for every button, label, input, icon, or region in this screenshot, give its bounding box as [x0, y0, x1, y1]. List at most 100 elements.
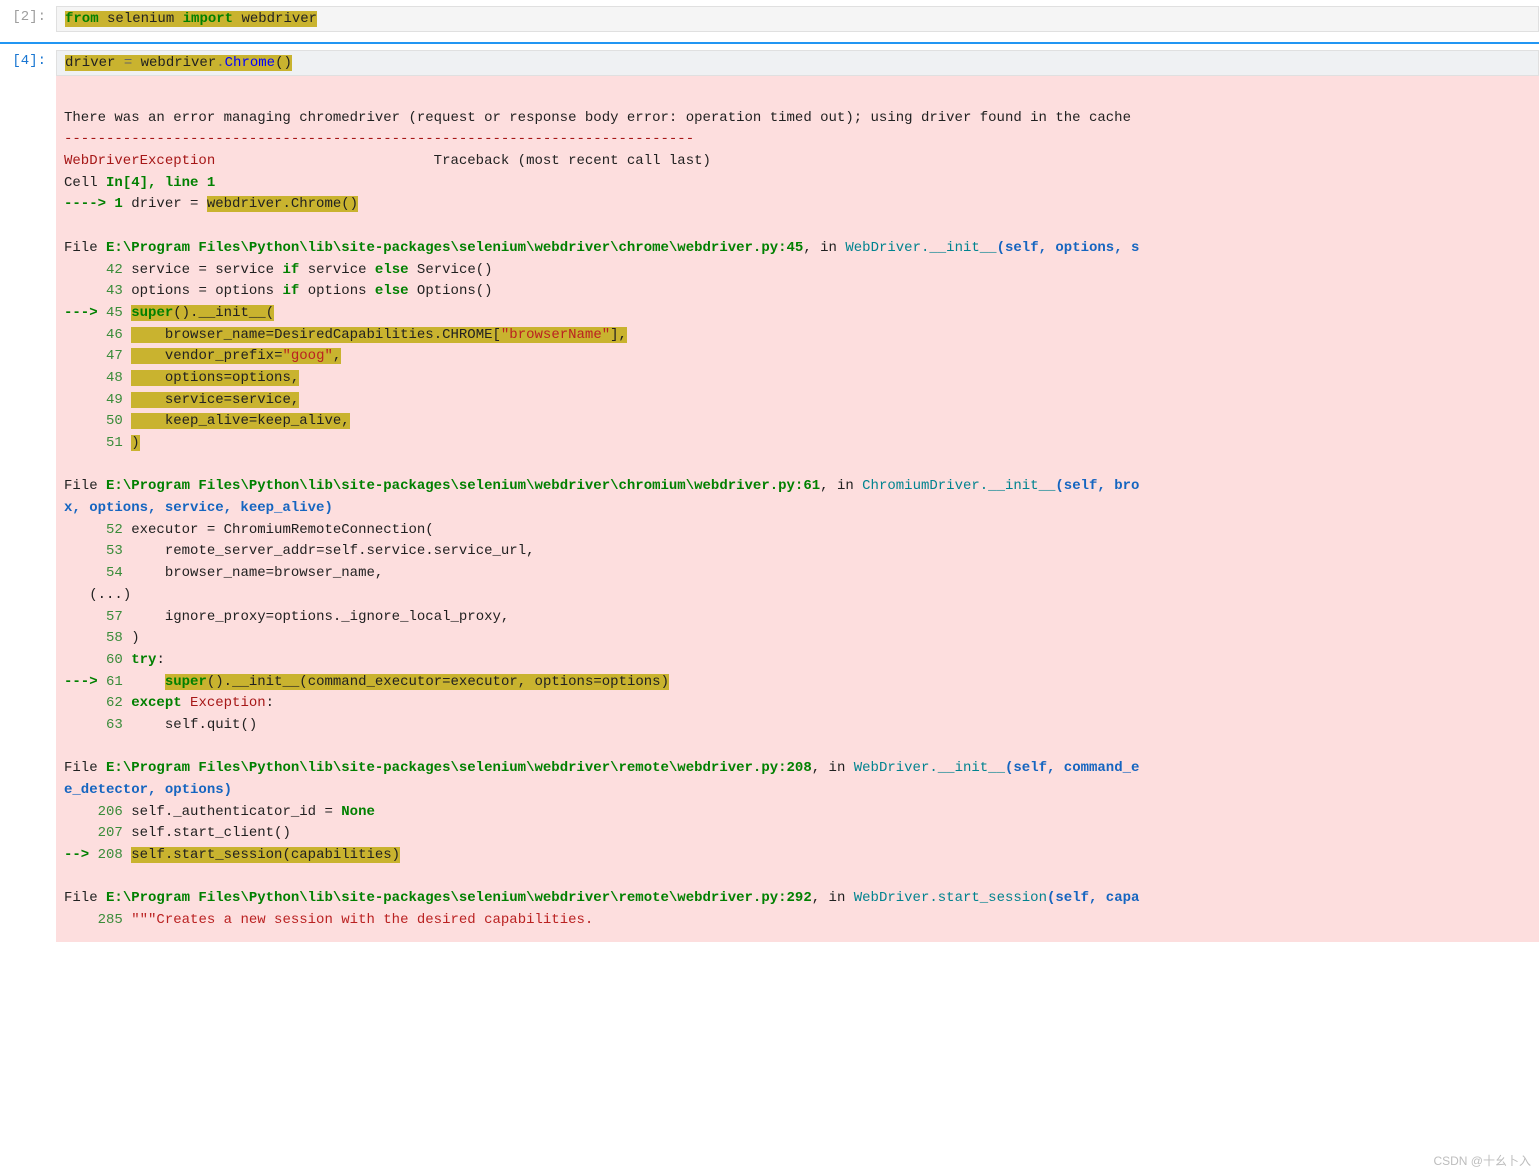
lineno: 57: [106, 609, 123, 625]
error-line: =: [198, 262, 206, 278]
lineno: 206: [98, 804, 123, 820]
error-line: service: [123, 262, 199, 278]
file-path: E:\Program Files\Python\lib\site-package…: [106, 478, 820, 494]
token: .: [216, 55, 224, 71]
func-args: x, options, service, keep_alive): [64, 500, 333, 516]
func-name: WebDriver.__init__: [845, 240, 996, 256]
error-line: ): [123, 630, 140, 646]
func-name: WebDriver.start_session: [854, 890, 1047, 906]
func-args: (self, capa: [1047, 890, 1139, 906]
token: webdriver: [241, 11, 317, 27]
lineno: 43: [106, 283, 123, 299]
token: import: [183, 11, 242, 27]
notebook: [2]: from selenium import webdriver [4]:…: [0, 0, 1539, 942]
file-path: E:\Program Files\Python\lib\site-package…: [106, 760, 812, 776]
func-args: (self, options, s: [997, 240, 1140, 256]
highlight: webdriver.Chrome(): [207, 196, 358, 212]
lineno: 51: [106, 435, 123, 451]
code-input[interactable]: from selenium import webdriver: [56, 6, 1539, 32]
error-line: :: [266, 695, 274, 711]
error-line: self.start_client(): [123, 825, 291, 841]
kw: if: [282, 262, 299, 278]
highlight: ().: [173, 305, 198, 321]
error-line: options: [123, 283, 199, 299]
lineno: 45: [106, 305, 123, 321]
token: =: [124, 55, 141, 71]
watermark: CSDN @十幺卜入: [1433, 1152, 1531, 1169]
kw: else: [375, 262, 409, 278]
lineno: 54: [106, 565, 123, 581]
file-path: E:\Program Files\Python\lib\site-package…: [106, 890, 812, 906]
error-line: =: [198, 283, 206, 299]
highlight: "browserName": [501, 327, 610, 343]
kw: else: [375, 283, 409, 299]
file-label: File: [64, 478, 106, 494]
error-line: ignore_proxy: [123, 609, 266, 625]
highlight: super: [165, 674, 207, 690]
error-line: In[4], line 1: [106, 175, 215, 191]
lineno: 60: [106, 652, 123, 668]
error-line: [198, 196, 206, 212]
highlight: ): [131, 435, 139, 451]
arrow: --->: [64, 305, 106, 321]
file-label: File: [64, 240, 106, 256]
func-args: (self, bro: [1055, 478, 1139, 494]
error-line: Service(): [409, 262, 493, 278]
error-line: driver: [123, 196, 190, 212]
error-line: options._ignore_local_proxy,: [274, 609, 509, 625]
highlight: service=service,: [131, 392, 299, 408]
error-line: Options(): [409, 283, 493, 299]
code-input[interactable]: driver = webdriver.Chrome(): [56, 50, 1539, 76]
highlight: (: [266, 305, 274, 321]
lineno: 52: [106, 522, 123, 538]
highlight: self.start_session(capabilities): [131, 847, 400, 863]
lineno: 48: [106, 370, 123, 386]
lineno: 61: [106, 674, 123, 690]
docstring: """Creates a new session with the desire…: [123, 912, 593, 928]
error-line: =: [266, 609, 274, 625]
arrow: ----> 1: [64, 196, 123, 212]
highlight: DesiredCapabilities.CHROME[: [274, 327, 501, 343]
lineno: 53: [106, 543, 123, 559]
kw: try: [123, 652, 157, 668]
error-line: executor = ChromiumRemoteConnection(: [123, 522, 434, 538]
error-line: (...): [64, 587, 131, 603]
code-cell-active[interactable]: [4]: driver = webdriver.Chrome() There w…: [0, 42, 1539, 942]
highlight: __init__: [232, 674, 299, 690]
func-args: e_detector, options): [64, 782, 232, 798]
highlight: browser_name: [131, 327, 265, 343]
error-line: Cell: [64, 175, 106, 191]
highlight: =: [266, 327, 274, 343]
highlight: "goog": [282, 348, 332, 364]
highlight: keep_alive=keep_alive,: [131, 413, 349, 429]
exception-name: WebDriverException: [64, 153, 215, 169]
error-line: remote_server_addr: [123, 543, 316, 559]
token: (): [275, 55, 292, 71]
highlight: ().: [207, 674, 232, 690]
file-path: E:\Program Files\Python\lib\site-package…: [106, 240, 803, 256]
lineno: 46: [106, 327, 123, 343]
lineno: 62: [106, 695, 123, 711]
error-line: self.service.service_url,: [324, 543, 534, 559]
kw: if: [282, 283, 299, 299]
lineno: 47: [106, 348, 123, 364]
lineno: 50: [106, 413, 123, 429]
prompt-label: [4]:: [0, 50, 56, 942]
lineno: 42: [106, 262, 123, 278]
lineno: 58: [106, 630, 123, 646]
token: driver: [65, 55, 124, 71]
error-line: service: [299, 262, 375, 278]
lineno: 49: [106, 392, 123, 408]
file-label: File: [64, 890, 106, 906]
error-line: browser_name,: [274, 565, 383, 581]
arrow: -->: [64, 847, 98, 863]
error-line: =: [324, 804, 341, 820]
func-name: WebDriver.__init__: [854, 760, 1005, 776]
code-cell[interactable]: [2]: from selenium import webdriver: [0, 0, 1539, 32]
token: selenium: [107, 11, 183, 27]
lineno: 63: [106, 717, 123, 733]
highlight: =: [442, 674, 450, 690]
file-label: File: [64, 760, 106, 776]
token: webdriver: [141, 55, 217, 71]
highlight: options=options,: [131, 370, 299, 386]
